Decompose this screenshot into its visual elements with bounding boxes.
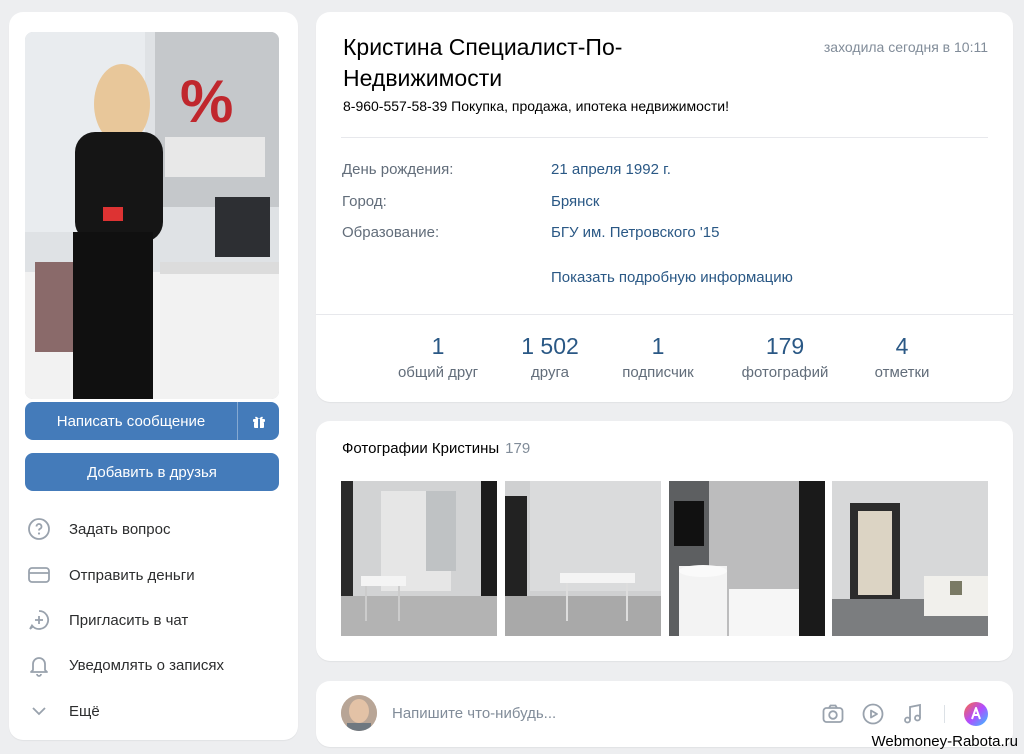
- notify-posts-action[interactable]: Уведомлять о записях: [25, 647, 285, 683]
- info-value[interactable]: БГУ им. Петровского '15: [551, 224, 719, 241]
- notify-posts-label: Уведомлять о записях: [69, 656, 224, 674]
- video-play-icon[interactable]: [858, 699, 888, 729]
- ai-assistant-icon[interactable]: [961, 699, 991, 729]
- photo-thumbnail-image: [341, 481, 497, 636]
- add-friend-button[interactable]: Добавить в друзья: [25, 453, 279, 491]
- question-icon: [25, 515, 53, 543]
- post-attach-toolbar: [808, 699, 991, 729]
- more-label: Ещё: [69, 702, 100, 720]
- counter-number: 1: [651, 333, 665, 359]
- info-label: День рождения:: [342, 161, 454, 178]
- current-user-avatar-image: [341, 695, 377, 731]
- counters-divider: [316, 314, 1013, 315]
- profile-status: 8-960-557-58-39 Покупка, продажа, ипотек…: [343, 98, 730, 114]
- counter-number: 4: [895, 333, 909, 359]
- counter-label: общий друг: [397, 364, 479, 381]
- info-divider: [341, 137, 988, 138]
- profile-left-card: % Написать сообщение Добавить в друзья З…: [9, 12, 298, 740]
- info-value[interactable]: 21 апреля 1992 г.: [551, 161, 671, 178]
- gift-icon: [252, 416, 265, 428]
- profile-photo-image: %: [25, 32, 279, 399]
- svg-text:%: %: [180, 68, 233, 135]
- photo-thumbnail[interactable]: [341, 481, 497, 636]
- counter-mutual-friends[interactable]: 1 общий друг: [383, 332, 493, 381]
- counter-number: 1 502: [521, 333, 579, 359]
- photo-thumbnail-image: [669, 481, 825, 636]
- profile-info-card: Кристина Специалист-По-Недвижимости захо…: [316, 12, 1013, 402]
- profile-name: Кристина Специалист-По-Недвижимости: [343, 34, 623, 91]
- music-note-icon[interactable]: [898, 699, 928, 729]
- counter-label: отметки: [874, 364, 930, 381]
- photo-thumbnail-image: [505, 481, 661, 636]
- camera-icon[interactable]: [818, 699, 848, 729]
- photo-thumbnail[interactable]: [669, 481, 825, 636]
- more-action[interactable]: Ещё: [25, 693, 285, 729]
- counter-number: 1: [431, 333, 445, 359]
- photo-thumbnail[interactable]: [832, 481, 988, 636]
- photos-card: Фотографии Кристины 179: [316, 421, 1013, 661]
- bell-icon: [25, 651, 53, 679]
- ask-question-action[interactable]: Задать вопрос: [25, 511, 285, 547]
- photos-count: 179: [505, 440, 531, 457]
- counter-label: фотографий: [741, 364, 829, 381]
- counter-number: 179: [765, 333, 805, 359]
- photo-thumbnail-image: [832, 481, 988, 636]
- photos-title[interactable]: Фотографии Кристины 179: [342, 440, 530, 457]
- photo-thumbnail[interactable]: [505, 481, 661, 636]
- profile-photo[interactable]: %: [25, 32, 279, 399]
- show-more-info-link[interactable]: Показать подробную информацию: [551, 269, 793, 286]
- write-message-button-group: Написать сообщение: [25, 402, 279, 440]
- ask-question-label: Задать вопрос: [69, 520, 171, 538]
- photos-title-text: Фотографии Кристины: [342, 440, 500, 457]
- info-value[interactable]: Брянск: [551, 193, 600, 210]
- counter-label: подписчик: [622, 364, 694, 381]
- toolbar-separator: [944, 705, 945, 723]
- write-message-button[interactable]: Написать сообщение: [25, 402, 238, 440]
- chat-plus-icon: [25, 606, 53, 634]
- money-card-icon: [25, 561, 53, 589]
- gift-button[interactable]: [238, 402, 279, 440]
- counter-photos[interactable]: 179 фотографий: [730, 332, 840, 381]
- send-money-action[interactable]: Отправить деньги: [25, 557, 285, 593]
- invite-chat-action[interactable]: Пригласить в чат: [25, 602, 285, 638]
- counter-followers[interactable]: 1 подписчик: [608, 332, 708, 381]
- info-row-city: Город: Брянск: [342, 193, 600, 210]
- last-seen: заходила сегодня в 10:11: [823, 39, 988, 55]
- current-user-avatar[interactable]: [341, 695, 377, 731]
- send-money-label: Отправить деньги: [69, 566, 195, 584]
- info-label: Город:: [342, 193, 387, 210]
- counter-label: друга: [531, 364, 569, 381]
- info-row-birthday: День рождения: 21 апреля 1992 г.: [342, 161, 671, 178]
- watermark: Webmoney-Rabota.ru: [871, 733, 1018, 750]
- info-row-education: Образование: БГУ им. Петровского '15: [342, 224, 719, 241]
- invite-chat-label: Пригласить в чат: [69, 611, 189, 629]
- chevron-down-icon: [25, 697, 53, 725]
- counter-friends[interactable]: 1 502 друга: [505, 332, 595, 381]
- post-input[interactable]: Напишите что-нибудь...: [392, 705, 556, 722]
- info-label: Образование:: [342, 224, 440, 241]
- counter-tags[interactable]: 4 отметки: [862, 332, 942, 381]
